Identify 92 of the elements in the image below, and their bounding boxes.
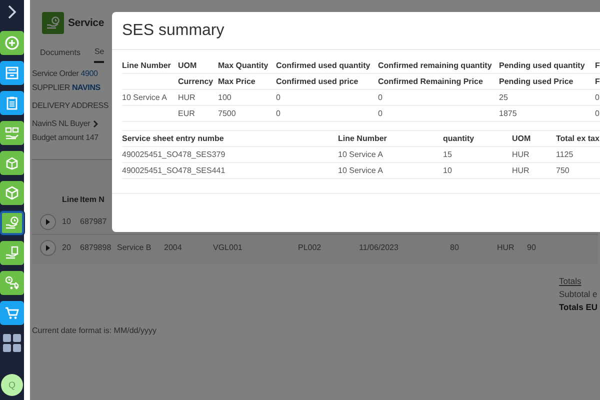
table-cell: 10 (443, 163, 512, 179)
totals-label: Totals EU (559, 302, 598, 312)
field-label: SUPPLIER (32, 82, 70, 94)
table-cell: HUR (512, 163, 556, 179)
hand-boxes-icon (4, 125, 20, 141)
supplier-link[interactable]: NAVINS (72, 81, 100, 95)
column-header: UOM (512, 131, 556, 147)
tab[interactable]: Se (94, 44, 104, 63)
totals-link[interactable]: Totals (559, 276, 598, 286)
date-format-note: Current date format is: MM/dd/yyyy (32, 326, 158, 335)
column-header: Pending used quantity (499, 58, 595, 74)
column-header: Line Number (122, 58, 178, 74)
table-cell-text: Service B (117, 243, 152, 252)
table-cell-text: 90 (527, 243, 537, 252)
column-header: Confirmed used price (276, 74, 378, 90)
table-cell: 100 (218, 90, 276, 106)
play-icon (45, 244, 51, 250)
table-cell: 25 (499, 90, 595, 106)
field-label: Service Order (32, 68, 79, 80)
table-cell: 1875 (499, 106, 595, 122)
table-cell-text: 11/06/2023 (359, 243, 400, 252)
table-cell: EUR (178, 106, 218, 122)
table-cell: 0 (595, 90, 600, 106)
column-header: Line (62, 194, 80, 204)
field-label: Budget amount (32, 132, 84, 144)
table-cell: 0 (276, 106, 378, 122)
table-cell: HUR (512, 147, 556, 163)
page-title: Service (68, 17, 104, 29)
plus-icon (4, 35, 20, 51)
column-header: F (595, 58, 600, 74)
table-cell-text: VGL001 (213, 243, 244, 252)
table-cell: HUR (178, 90, 218, 106)
column-header: Max Quantity (218, 58, 276, 74)
table-cell: 0 (595, 106, 600, 122)
column-header: F (595, 74, 600, 90)
buyer-name: NavinS NL Buyer (32, 118, 90, 130)
expand-row-button[interactable] (40, 240, 56, 256)
chevron-icon[interactable] (92, 120, 100, 128)
clipboard-icon (4, 95, 20, 111)
table-cell: 0 (378, 90, 499, 106)
column-header: Item N (80, 194, 106, 204)
truck-clock-icon (4, 275, 20, 291)
section-label: DELIVERY ADDRESS (32, 100, 109, 112)
column-header: UOM (178, 58, 218, 74)
subtotal-label: Subtotal e (559, 289, 598, 299)
sidebar-item[interactable] (0, 91, 24, 115)
column-header: Currency (178, 74, 218, 90)
column-header: Max Price (218, 74, 276, 90)
table-cell-text: 80 (450, 243, 460, 252)
table-cell: 15 (443, 147, 512, 163)
table-cell-text: 10 (62, 217, 72, 226)
table-cell: 7500 (218, 106, 276, 122)
table-cell-text: HUR (497, 243, 516, 252)
table-cell: 490025451_SO478_SES441 (122, 163, 338, 179)
table-cell: 10 Service A (338, 147, 443, 163)
tab[interactable]: Documents (40, 44, 80, 63)
table-cell-text: 687987 (80, 217, 108, 226)
play-icon (45, 218, 51, 224)
table-cell-text: 2004 (164, 243, 183, 252)
table-cell: 0 (378, 106, 499, 122)
cart-icon (4, 305, 20, 321)
table-cell: 750 (556, 163, 600, 179)
hand-clock-icon (4, 215, 20, 231)
cube-icon (4, 185, 20, 201)
table-cell: 1125 (556, 147, 600, 163)
modal-title: SES summary (112, 12, 600, 50)
drawer-icon (4, 65, 20, 81)
table-cell-text: 6879898 (80, 243, 112, 252)
column-header: Confirmed Remaining Price (378, 74, 499, 90)
sidebar-item[interactable] (0, 61, 24, 85)
column-header: Pending used Price (499, 74, 595, 90)
order-link[interactable]: 4900 (80, 67, 98, 81)
table-cell: 10 Service A (338, 163, 443, 179)
column-header: Confirmed used quantity (276, 58, 378, 74)
table-cell: 10 Service A (122, 90, 178, 106)
table-cell-text: 20 (62, 243, 72, 252)
column-header: quantity (443, 131, 512, 147)
sidebar-item[interactable] (0, 211, 24, 235)
expand-row-button[interactable] (40, 214, 56, 230)
user-avatar[interactable]: Q (1, 374, 23, 396)
sidebar-item[interactable] (0, 301, 24, 325)
table-cell: 0 (276, 90, 378, 106)
table-cell-text: PL002 (298, 243, 322, 252)
package-icon (4, 155, 20, 171)
column-header: Total ex tax (556, 131, 600, 147)
hand-document-icon (4, 245, 20, 261)
column-header: Line Number (338, 131, 443, 147)
grid-icon[interactable] (2, 333, 22, 353)
column-header: Confirmed remaining quantity (378, 58, 499, 74)
table-cell: 490025451_SO478_SES379 (122, 147, 338, 163)
column-header: Service sheet entry numbe (122, 131, 338, 147)
field-value: 147 (86, 132, 98, 144)
